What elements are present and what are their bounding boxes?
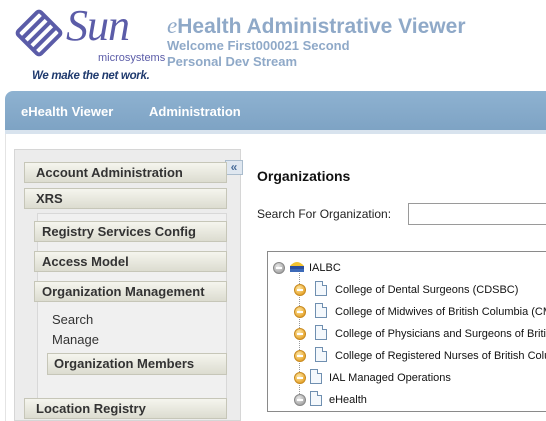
- sidebar-item-access-model[interactable]: Access Model: [34, 251, 227, 272]
- expand-node-icon[interactable]: [294, 350, 306, 362]
- expand-node-icon[interactable]: [294, 284, 306, 296]
- tree-node[interactable]: College of Dental Surgeons (CDSBC): [294, 281, 546, 299]
- sidebar-link-search[interactable]: Search: [52, 312, 93, 327]
- tree-node-label: eHealth: [329, 394, 367, 406]
- tree-node[interactable]: College of Midwives of British Columbia …: [294, 303, 546, 321]
- sidebar-section-account-administration[interactable]: Account Administration: [24, 162, 227, 183]
- document-icon: [315, 281, 327, 296]
- expand-node-icon[interactable]: [294, 328, 306, 340]
- tree-node-label: College of Midwives of British Columbia …: [335, 306, 546, 318]
- app-title-e: e: [167, 13, 178, 38]
- sidebar-section-location-registry[interactable]: Location Registry: [24, 398, 227, 419]
- sidebar-item-registry-services-config[interactable]: Registry Services Config: [34, 221, 227, 242]
- sun-logo[interactable]: Sun microsystems We make the net work.: [14, 1, 165, 84]
- document-icon: [310, 391, 322, 406]
- logo-subtitle: microsystems: [98, 52, 166, 64]
- sidebar-item-organization-management[interactable]: Organization Management: [34, 281, 227, 302]
- expand-node-icon[interactable]: [294, 306, 306, 318]
- search-label: Search For Organization:: [257, 207, 392, 221]
- organization-search-input[interactable]: [408, 203, 546, 225]
- document-icon: [315, 303, 327, 318]
- expand-node-icon[interactable]: [294, 372, 306, 384]
- app-title: eHealth Administrative Viewer: [167, 13, 466, 39]
- sidebar-link-organization-members[interactable]: Organization Members: [47, 353, 227, 375]
- sidebar-link-manage[interactable]: Manage: [52, 332, 99, 347]
- sidebar-section-xrs[interactable]: XRS: [24, 188, 227, 209]
- tree-node[interactable]: College of Physicians and Surgeons of Br…: [294, 325, 546, 343]
- tab-administration[interactable]: Administration: [149, 104, 241, 119]
- tree-node-label: College of Physicians and Surgeons of Br…: [335, 328, 546, 340]
- sun-logo-mark-icon: [15, 9, 63, 57]
- bc-crest-icon: [290, 262, 304, 272]
- nav-bar: eHealth Viewer Administration: [5, 91, 546, 130]
- stream-text: Personal Dev Stream: [167, 54, 298, 69]
- logo-word: Sun: [66, 1, 130, 50]
- tree-node-label: IALBC: [309, 262, 341, 274]
- tab-ehealth-viewer[interactable]: eHealth Viewer: [21, 104, 113, 119]
- collapse-node-icon[interactable]: [294, 394, 306, 406]
- document-icon: [315, 325, 327, 340]
- document-icon: [315, 347, 327, 362]
- tree-node-label: IAL Managed Operations: [329, 372, 451, 384]
- document-icon: [310, 369, 322, 384]
- page-title: Organizations: [257, 168, 351, 184]
- logo-tagline: We make the net work.: [32, 70, 150, 82]
- collapse-sidebar-button[interactable]: «: [225, 160, 243, 175]
- tree-node[interactable]: eHealth: [294, 391, 494, 409]
- page: Sun microsystems We make the net work. e…: [0, 0, 546, 421]
- tree-node-label: College of Registered Nurses of British …: [335, 350, 546, 362]
- tree-node[interactable]: IAL Managed Operations: [294, 369, 494, 387]
- tree-node-root[interactable]: IALBC: [273, 259, 373, 277]
- tree-node-label: College of Dental Surgeons (CDSBC): [335, 284, 519, 296]
- tree-node[interactable]: College of Registered Nurses of British …: [294, 347, 546, 365]
- app-title-rest: Health Administrative Viewer: [177, 15, 466, 38]
- welcome-text: Welcome First000021 Second: [167, 38, 350, 53]
- collapse-node-icon[interactable]: [273, 262, 285, 274]
